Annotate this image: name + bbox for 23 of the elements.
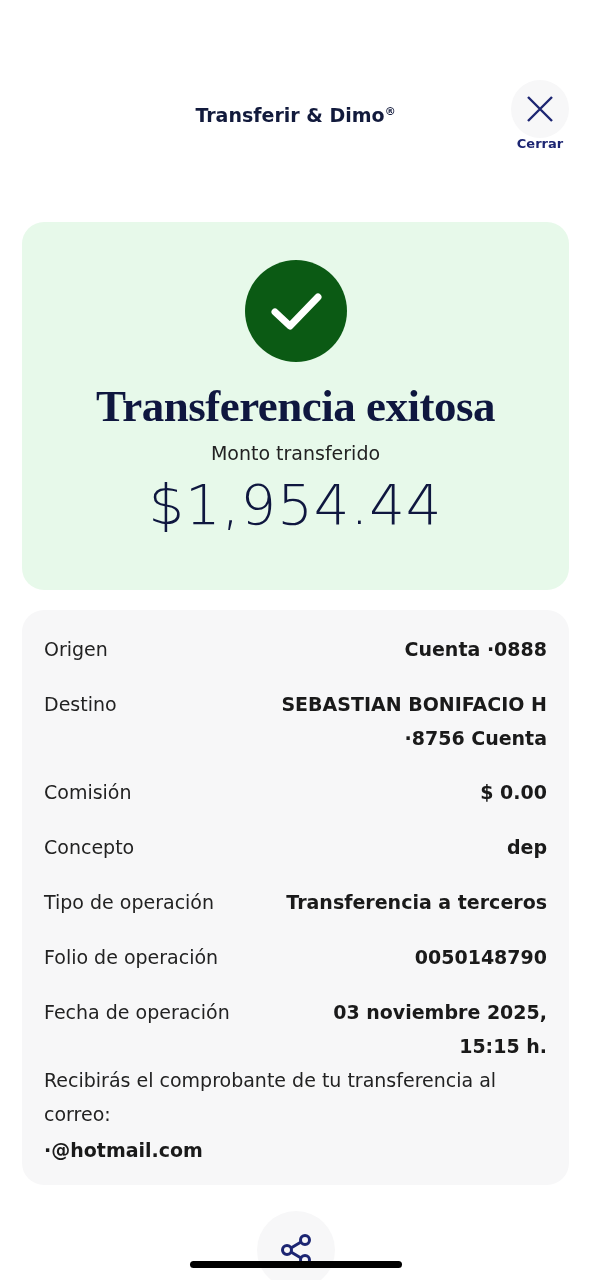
detail-value: SEBASTIAN BONIFACIO H ·8756 Cuenta — [280, 692, 547, 751]
detail-label: Fecha de operación — [44, 1000, 230, 1025]
close-label: Cerrar — [516, 136, 564, 151]
detail-label: Destino — [44, 692, 117, 717]
amount-label: Monto transferido — [210, 442, 381, 464]
screen-title: Transferir & Dimo$^{®}$ — [195, 104, 396, 128]
amount-value: $1,954.44 — [148, 472, 443, 537]
detail-value: Cuenta ·0888 — [404, 637, 547, 662]
detail-label: Comisión — [44, 780, 132, 805]
detail-value: dep — [506, 835, 547, 860]
detail-value: Transferencia a terceros — [286, 890, 547, 915]
close-icon — [526, 95, 554, 123]
detail-label: Tipo de operación — [44, 890, 215, 915]
success-title: Transferencia exitosa — [96, 380, 495, 432]
email-text: ·@hotmail.com — [44, 1138, 204, 1163]
detail-value: 03 noviembre 2025, 15:15 h. — [332, 1000, 547, 1059]
detail-value: $ 0.00 — [480, 780, 547, 805]
detail-label: Concepto — [44, 835, 135, 860]
detail-label: Folio de operación — [44, 945, 219, 970]
detail-label: Origen — [44, 637, 108, 662]
receipt-note: Recibirás el comprobante de tu transferencia al correo: — [44, 1068, 498, 1127]
check-icon — [244, 260, 347, 362]
detail-value: 0050148790 — [414, 945, 547, 970]
